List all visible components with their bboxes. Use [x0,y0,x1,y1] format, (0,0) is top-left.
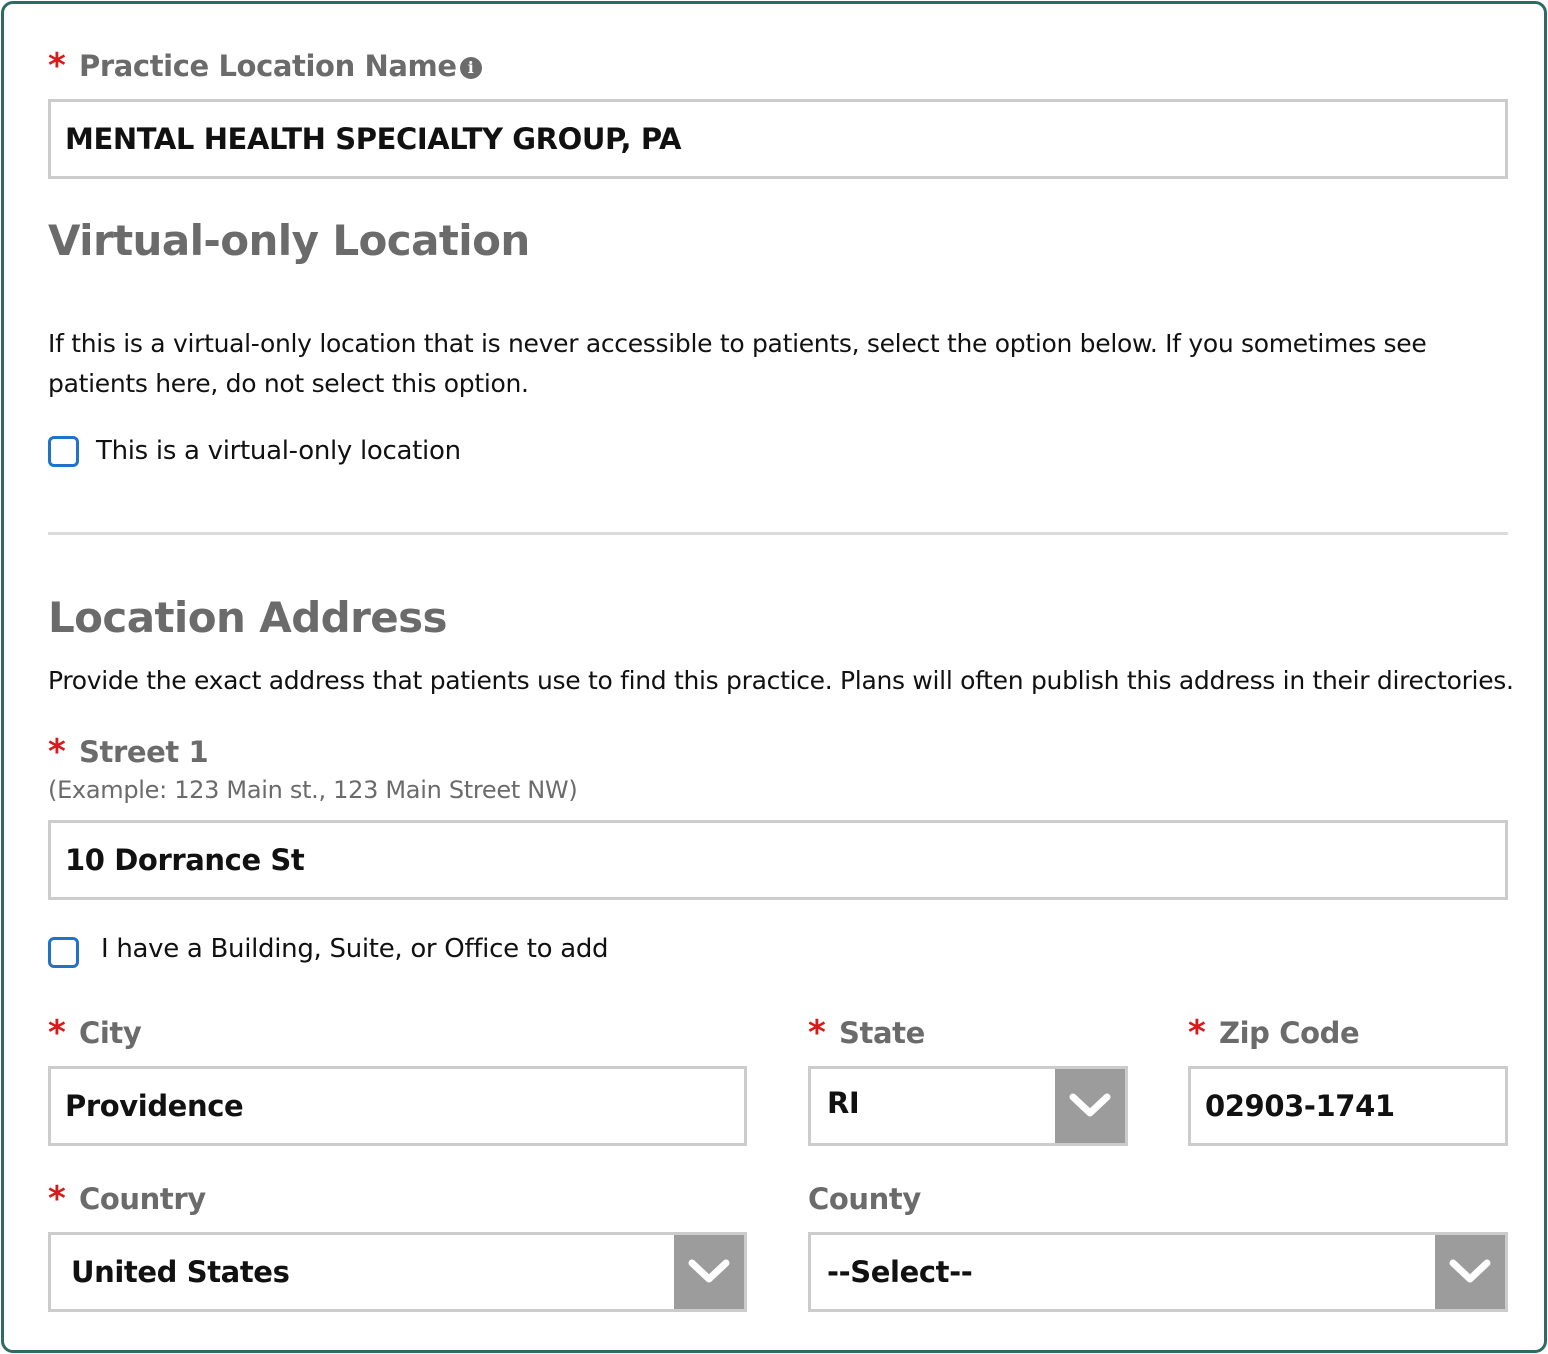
country-select[interactable]: United States [48,1232,747,1312]
chevron-down-icon [1069,1093,1111,1117]
location-form-panel: * Practice Location Name i MENTAL HEALTH … [1,1,1547,1353]
state-value: RI [827,1086,860,1120]
location-address-description: Provide the exact address that patients … [48,666,1514,695]
zip-input[interactable]: 02903-1741 [1188,1066,1508,1146]
practice-name-value: MENTAL HEALTH SPECIALTY GROUP, PA [65,122,682,156]
virtual-location-heading: Virtual-only Location [48,216,530,265]
country-value: United States [71,1255,290,1289]
required-marker: * [48,732,66,772]
suite-checkbox[interactable] [48,937,79,968]
section-divider [48,532,1508,535]
location-address-heading: Location Address [48,593,448,642]
info-icon[interactable]: i [459,57,482,79]
city-value: Providence [65,1089,244,1123]
country-dropdown-button[interactable] [674,1235,744,1309]
state-select[interactable]: RI [808,1066,1128,1146]
street1-input[interactable]: 10 Dorrance St [48,820,1508,900]
practice-name-input[interactable]: MENTAL HEALTH SPECIALTY GROUP, PA [48,99,1508,179]
required-marker: * [48,1179,66,1219]
county-label: County [808,1182,921,1216]
required-marker: * [48,46,66,86]
virtual-location-description: If this is a virtual-only location that … [48,329,1427,398]
chevron-down-icon [1449,1259,1491,1283]
country-label: Country [79,1182,206,1216]
city-label: City [79,1016,142,1050]
practice-name-label: Practice Location Name i [79,49,482,83]
suite-checkbox-label[interactable]: I have a Building, Suite, or Office to a… [101,934,609,964]
street1-label: Street 1 [79,735,209,769]
county-value: --Select-- [827,1255,973,1289]
city-input[interactable]: Providence [48,1066,747,1146]
state-label: State [839,1016,925,1050]
chevron-down-icon [688,1259,730,1283]
zip-value: 02903-1741 [1205,1089,1395,1123]
street1-hint: (Example: 123 Main st., 123 Main Street … [48,776,578,804]
required-marker: * [808,1013,826,1053]
virtual-only-checkbox-label[interactable]: This is a virtual-only location [96,436,461,466]
required-marker: * [48,1013,66,1053]
county-select[interactable]: --Select-- [808,1232,1508,1312]
street1-value: 10 Dorrance St [65,843,305,877]
virtual-only-checkbox[interactable] [48,436,79,467]
county-dropdown-button[interactable] [1435,1235,1505,1309]
zip-label: Zip Code [1219,1016,1360,1050]
required-marker: * [1188,1013,1206,1053]
state-dropdown-button[interactable] [1055,1069,1125,1143]
